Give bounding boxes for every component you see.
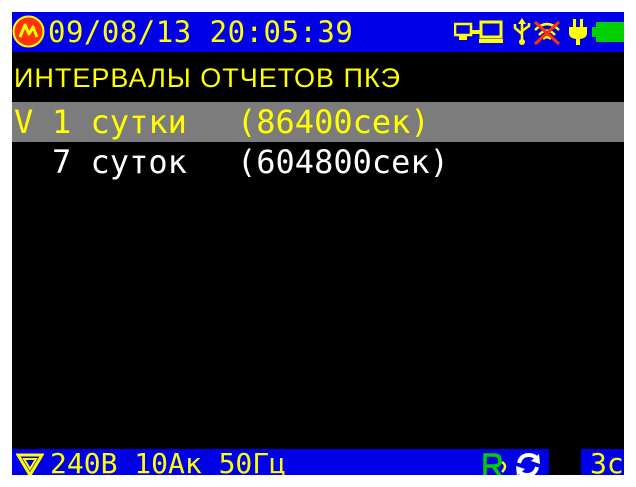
filter-icon (16, 453, 44, 475)
item-label: 7 суток (52, 143, 187, 181)
selected-mark: V (14, 103, 34, 141)
measurement-settings: 240В 10Ак 50Гц (50, 447, 287, 475)
sync-icon (516, 452, 540, 475)
list-item-1-day[interactable]: V 1 сутки (86400сек) (12, 102, 624, 142)
display: 09/08/13 20:05:39 ИНТЕРВАЛЫ ОТЧЕТОВ ПКЭ … (12, 12, 624, 475)
datetime: 09/08/13 20:05:39 (48, 15, 354, 49)
item-value: (604800сек) (237, 143, 449, 181)
page-title: ИНТЕРВАЛЫ ОТЧЕТОВ ПКЭ (14, 63, 402, 93)
pc-icon (479, 20, 503, 43)
blank-indicator (549, 449, 581, 475)
no-connection-icon (533, 20, 561, 46)
recording-icon (483, 453, 507, 475)
battery-icon (592, 22, 624, 42)
power-plug-icon (569, 19, 587, 45)
usb-symbol-icon (513, 18, 531, 45)
device-screen: 09/08/13 20:05:39 ИНТЕРВАЛЫ ОТЧЕТОВ ПКЭ … (0, 0, 636, 487)
time-indicator: 3с (590, 447, 624, 475)
bottom-status-bar: 240В 10Ак 50Гц 3с (12, 447, 624, 475)
item-value: (86400сек) (237, 103, 430, 141)
status-bar: 09/08/13 20:05:39 (12, 12, 624, 52)
list-item-7-days[interactable]: 7 суток (604800сек) (12, 142, 624, 182)
item-label: 1 сутки (52, 103, 187, 141)
logo-icon (12, 15, 45, 48)
